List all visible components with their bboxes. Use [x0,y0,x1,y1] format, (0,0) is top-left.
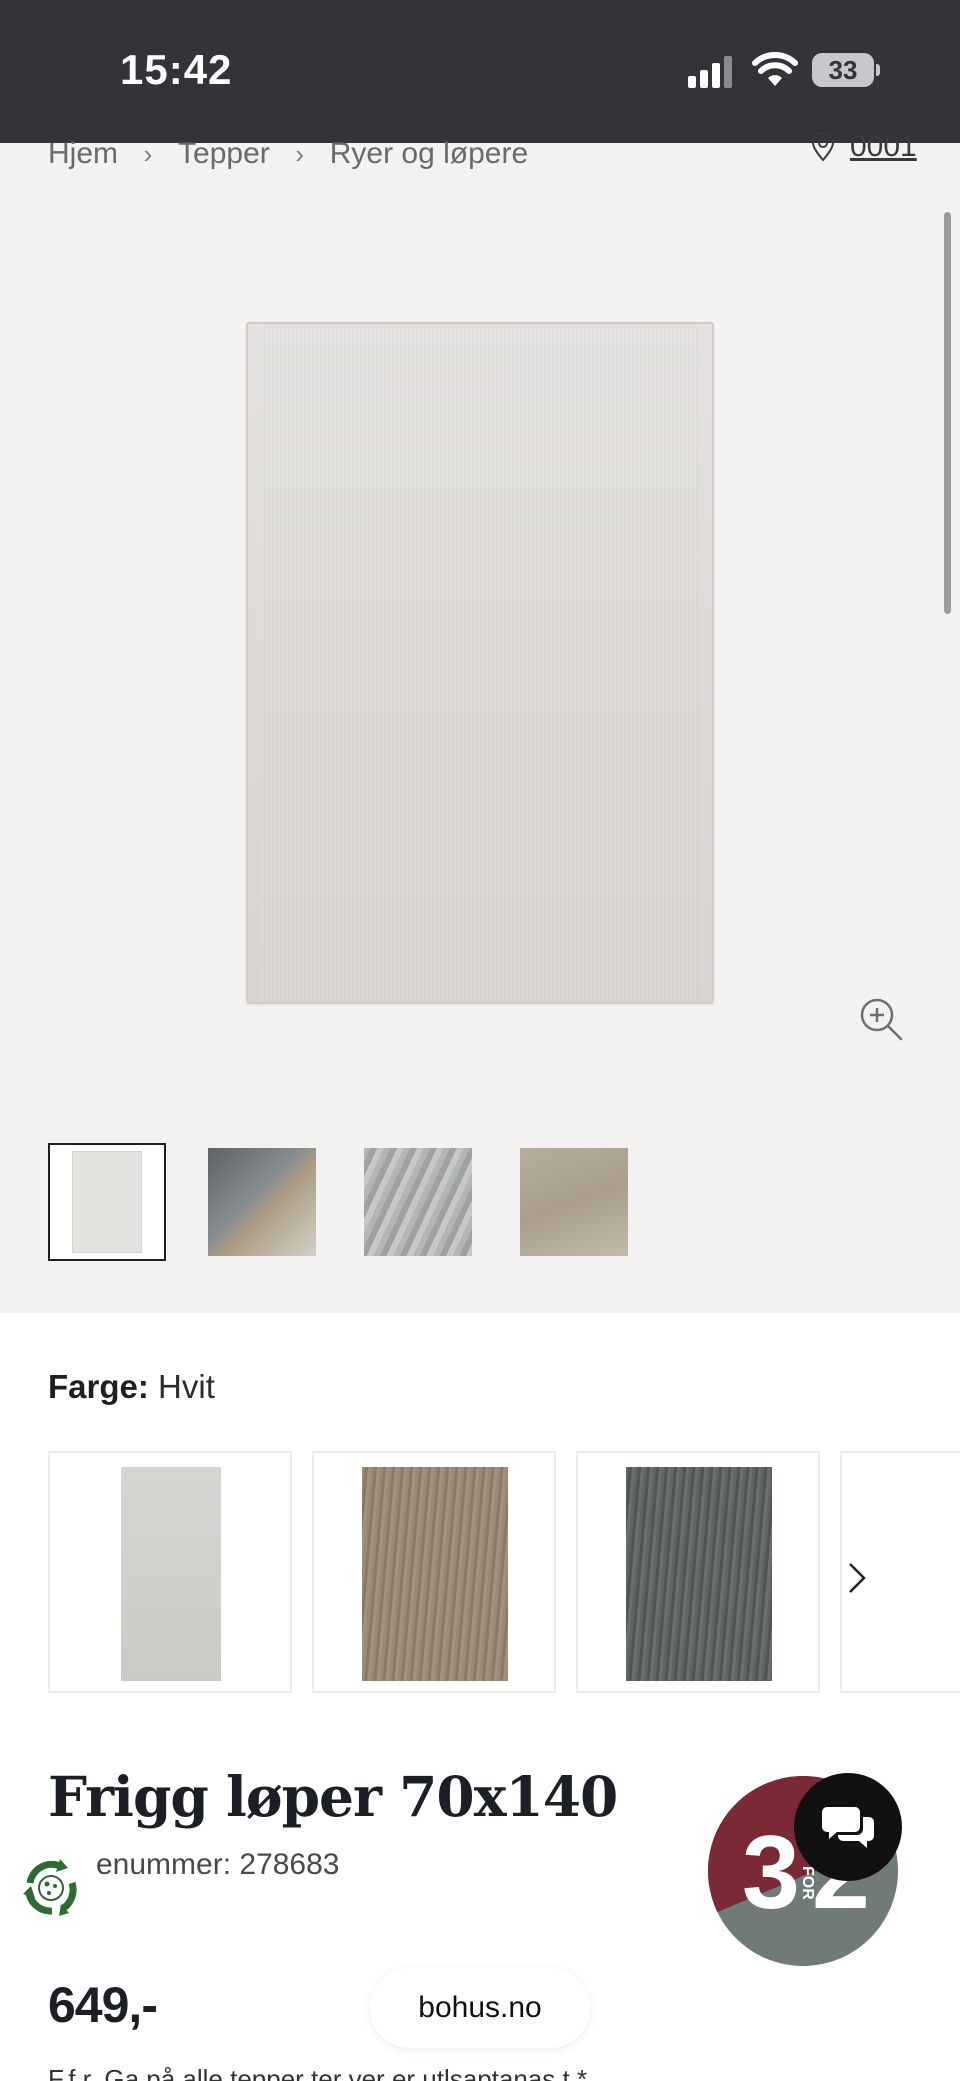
main-product-image[interactable] [246,322,714,1004]
thumbnail-strip [48,1143,676,1261]
chat-button[interactable] [794,1773,902,1881]
status-bar: 15:42 33 [0,0,960,143]
badge-number-3: 3 [742,1815,800,1931]
color-label-value: Hvit [158,1368,215,1405]
location-pin-icon [811,132,835,162]
color-label-title: Farge: [48,1368,149,1405]
variant-gra[interactable] [576,1451,820,1693]
breadcrumb-separator-icon: › [143,138,153,169]
breadcrumb-separator-icon: › [295,138,305,169]
variant-hvit[interactable] [48,1451,292,1693]
zoom-in-icon[interactable] [858,996,904,1042]
product-price: 649,- [48,1977,158,2033]
status-time: 15:42 [120,46,233,93]
browser-url-pill[interactable]: bohus.no [370,1968,590,2048]
sustainability-icon[interactable] [16,1853,86,1923]
battery-level: 33 [828,55,858,85]
store-link[interactable]: 0001 [850,130,917,164]
thumbnail-4[interactable] [520,1148,628,1256]
color-variants [48,1451,960,1693]
chevron-right-icon[interactable] [842,1560,872,1596]
thumbnail-3[interactable] [364,1148,472,1256]
article-number: enummer: 278683 [96,1848,340,1881]
thumbnail-1[interactable] [48,1143,166,1261]
breadcrumb-ryer[interactable]: Ryer og løpere [330,137,528,171]
battery-icon: 33 [812,53,880,87]
footer-cut-text: F.f.r. Ga på alle tepper ter ver er utls… [48,2066,588,2081]
breadcrumb: Hjem › Tepper › Ryer og løpere [48,128,528,180]
breadcrumb-home[interactable]: Hjem [48,137,118,171]
store-selector[interactable]: 0001 [810,130,917,164]
chat-bubble-icon [822,1807,874,1848]
variant-beige[interactable] [312,1451,556,1693]
page-scrollbar[interactable] [944,212,951,614]
product-title: Frigg løper 70x140 [48,1764,618,1829]
cellular-signal-icon [688,56,732,88]
breadcrumb-tepper[interactable]: Tepper [178,137,270,171]
color-label: Farge: Hvit [48,1368,215,1406]
thumbnail-2[interactable] [208,1148,316,1256]
wifi-icon [752,52,798,86]
